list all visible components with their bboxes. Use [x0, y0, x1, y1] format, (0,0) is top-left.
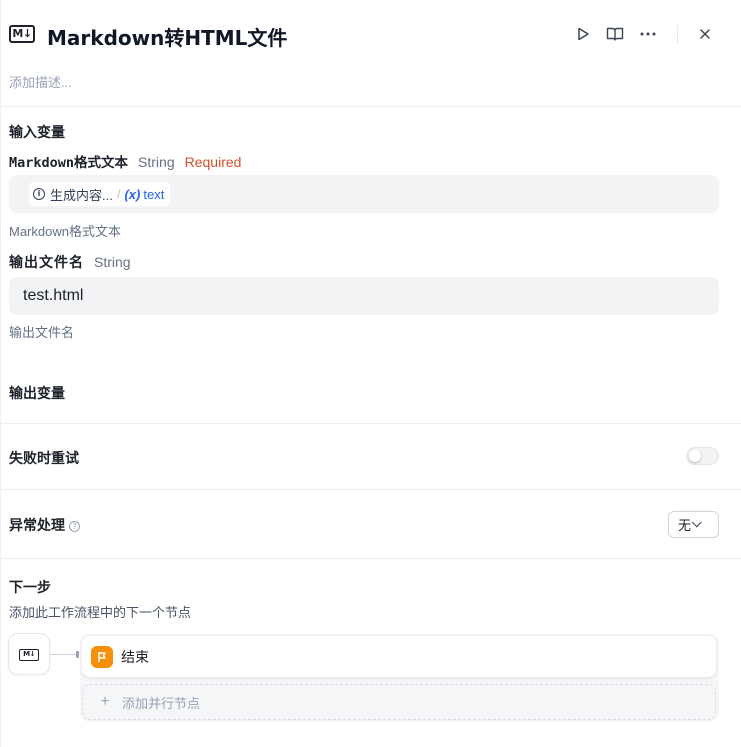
help-icon[interactable]: ? [69, 521, 80, 532]
retry-toggle[interactable] [686, 447, 719, 465]
divider [1, 106, 741, 107]
add-parallel-label: 添加并行节点 [122, 695, 201, 711]
divider [1, 489, 741, 490]
node-title[interactable]: Markdown转HTML文件 [47, 22, 287, 51]
markdown-var-input[interactable]: i 生成内容... / (x) text [9, 175, 719, 213]
connector-line [50, 654, 78, 655]
variable-icon: (x) [124, 186, 141, 202]
description-input[interactable]: 添加描述... [9, 72, 72, 91]
info-icon: i [33, 188, 45, 200]
next-node-label: 结束 [121, 648, 149, 665]
retry-title: 失败时重试 [9, 451, 79, 467]
ref-separator: / [116, 186, 121, 202]
var-markdown-header: Markdown格式文本 String Required [9, 151, 241, 171]
var-type: String [138, 154, 175, 170]
variable-reference-chip[interactable]: i 生成内容... / (x) text [29, 182, 171, 206]
filename-input[interactable]: test.html [9, 277, 719, 315]
ref-variable: text [143, 186, 165, 202]
error-handling-title: 异常处理? [9, 515, 80, 535]
flag-icon [98, 651, 106, 662]
header-separator [677, 25, 678, 43]
chevron-down-icon [691, 517, 702, 528]
add-parallel-node-button[interactable]: + 添加并行节点 [82, 684, 716, 720]
connector-handle [76, 651, 79, 658]
var-hint: 输出文件名 [9, 325, 75, 340]
play-icon [578, 27, 589, 41]
current-node-block: M↓ [8, 633, 50, 675]
markdown-icon: M↓ [9, 25, 35, 43]
output-vars-title[interactable]: 输出变量 [9, 383, 65, 403]
close-icon [700, 29, 710, 39]
docs-button[interactable] [603, 22, 627, 46]
markdown-icon: M↓ [19, 649, 39, 661]
plus-icon: + [100, 693, 110, 710]
toggle-knob [689, 450, 701, 462]
divider [1, 423, 741, 424]
run-button[interactable] [571, 22, 595, 46]
close-button[interactable] [693, 22, 717, 46]
error-handling-label: 异常处理 [9, 518, 65, 534]
select-value: 无 [678, 518, 692, 533]
var-hint: Markdown格式文本 [9, 224, 121, 239]
end-node-icon [91, 645, 113, 668]
more-icon [640, 32, 656, 36]
divider [1, 558, 741, 559]
error-handling-select[interactable]: 无 [668, 511, 719, 538]
next-step-title: 下一步 [9, 580, 51, 596]
next-node-end[interactable]: 结束 [82, 636, 716, 677]
ref-source: 生成内容... [50, 187, 113, 203]
var-filename-header: 输出文件名 String [9, 252, 131, 272]
next-step-subtitle: 添加此工作流程中的下一个节点 [9, 605, 192, 620]
required-label: Required [184, 154, 242, 170]
panel-header: M↓ Markdown转HTML文件 [1, 14, 741, 54]
more-button[interactable] [636, 22, 660, 46]
var-name: Markdown格式文本 [9, 155, 129, 171]
var-type: String [94, 254, 131, 270]
node-settings-panel: M↓ Markdown转HTML文件 添加描述... 输入变量 Markdown… [0, 0, 741, 747]
var-name: 输出文件名 [9, 255, 84, 271]
input-vars-title: 输入变量 [9, 125, 65, 141]
filename-value: test.html [23, 287, 84, 304]
book-icon [606, 27, 624, 41]
